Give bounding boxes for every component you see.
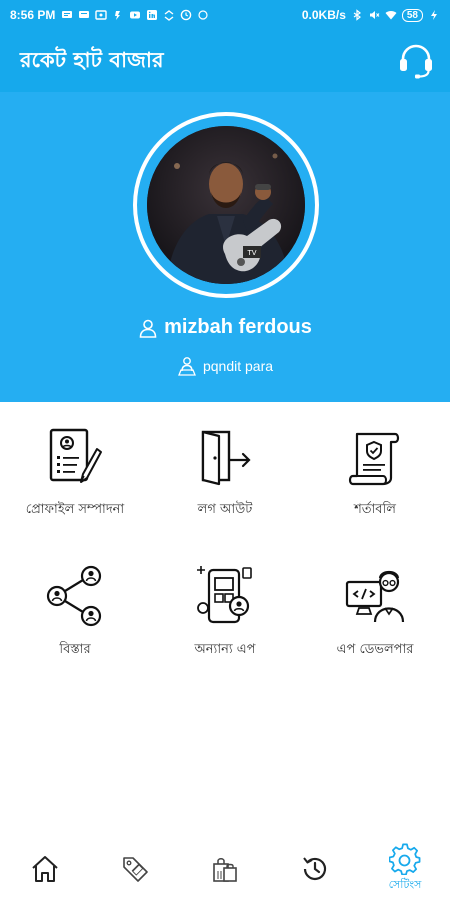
menu-item-developer[interactable]: এপ ডেভলপার	[300, 542, 450, 672]
menu-item-logout[interactable]: লগ আউট	[150, 402, 300, 532]
menu-item-edit-profile[interactable]: প্রোফাইল সম্পাদনা	[0, 402, 150, 532]
app-screen: 8:56 PM 0.0KB/s 58 রকেট হাট বাজার TV miz…	[0, 0, 450, 900]
menu-item-label: লগ আউট	[197, 502, 253, 517]
share-network-icon	[46, 565, 102, 627]
nav-settings[interactable]: সেটিংস	[360, 838, 450, 900]
history-icon	[303, 857, 327, 881]
sale-tag-icon	[123, 857, 148, 882]
location-pin-icon	[178, 357, 196, 376]
menu-item-label: বিস্তার	[59, 642, 91, 657]
mute-icon	[369, 11, 380, 19]
menu-item-terms[interactable]: শর্তাবলি	[300, 402, 450, 532]
avatar-photo: TV	[147, 126, 305, 284]
menu-item-label: অন্যান্য এপ	[194, 642, 256, 657]
terms-scroll-icon	[348, 432, 400, 486]
menu-grid: প্রোফাইল সম্পাদনা লগ আউট শর্তাবলি বিস্তা…	[0, 402, 450, 702]
dot-icon	[198, 10, 208, 20]
profile-header: TV mizbah ferdous pqndit para	[0, 92, 450, 402]
chat-icon	[79, 11, 90, 18]
app-developer-icon	[345, 570, 405, 623]
bluetooth-icon	[353, 9, 361, 21]
network-speed: 0.0KB/s	[301, 8, 346, 22]
headset-icon	[400, 44, 432, 79]
wifi-icon	[385, 10, 397, 20]
nav-settings-label: সেটিংস	[388, 878, 422, 891]
status-time: 8:56 PM	[10, 8, 56, 22]
profile-name: mizbah ferdous	[164, 316, 312, 338]
nav-shopping[interactable]	[180, 838, 270, 900]
chat-icon	[62, 11, 73, 18]
settings-gear-icon	[389, 843, 421, 875]
bottom-nav: সেটিংস	[0, 838, 450, 900]
app-bar: রকেট হাট বাজার	[0, 30, 450, 92]
nav-history[interactable]	[270, 838, 360, 900]
menu-item-label: শর্তাবলি	[354, 502, 396, 517]
charging-icon	[431, 10, 437, 20]
signal-app-icon	[115, 11, 121, 20]
menu-item-label: প্রোফাইল সম্পাদনা	[25, 502, 125, 517]
nav-home[interactable]	[0, 838, 90, 900]
clock-icon	[181, 9, 192, 21]
home-icon	[32, 856, 58, 882]
avatar[interactable]: TV	[147, 126, 305, 284]
other-apps-icon	[197, 566, 252, 624]
status-right: 0.0KB/s 58	[302, 8, 440, 22]
notification-icons	[61, 9, 209, 21]
battery-icon: 58	[401, 8, 423, 22]
logout-door-icon	[201, 430, 251, 486]
user-outline-icon	[139, 319, 157, 338]
linkedin-icon	[147, 10, 158, 20]
menu-item-other-apps[interactable]: অন্যান্য এপ	[150, 542, 300, 672]
status-bar: 8:56 PM 0.0KB/s 58	[0, 0, 450, 30]
nav-sale[interactable]	[90, 838, 180, 900]
location-row: pqndit para	[0, 356, 450, 376]
profile-edit-icon	[49, 428, 102, 483]
profile-location: pqndit para	[202, 358, 274, 374]
support-button[interactable]	[394, 40, 438, 82]
svg-text:TV: TV	[246, 249, 256, 257]
app-title: রকেট হাট বাজার	[20, 47, 164, 72]
shopping-bags-icon	[213, 858, 237, 882]
menu-item-share[interactable]: বিস্তার	[0, 542, 150, 672]
name-row: mizbah ferdous	[0, 316, 450, 339]
transfer-icon	[164, 10, 174, 21]
avatar-ring: TV	[133, 112, 319, 298]
message-icon	[95, 10, 108, 20]
menu-item-label: এপ ডেভলপার	[336, 642, 414, 657]
youtube-icon	[130, 11, 141, 19]
